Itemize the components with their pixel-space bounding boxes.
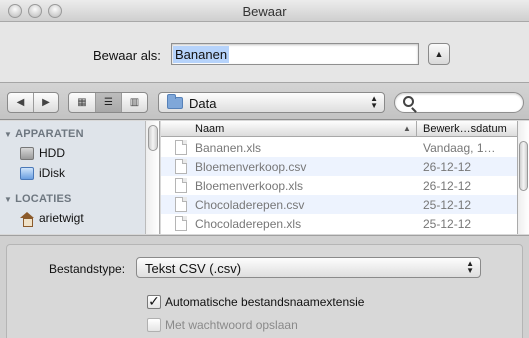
title-bar: Bewaar: [0, 0, 529, 22]
auto-extension-option[interactable]: ✓ Automatische bestandsnaamextensie: [147, 293, 365, 309]
options-panel: Bestandstype: Tekst CSV (.csv) ▲ ▼ ✓ Auto…: [0, 235, 529, 338]
window-title: Bewaar: [242, 4, 287, 19]
browser-toolbar: ◀ ▶ ▦ ☰ ▥ Data ▲ ▼: [0, 82, 529, 120]
document-icon: [175, 178, 187, 193]
search-icon: [403, 96, 414, 107]
column-divider[interactable]: [416, 121, 417, 137]
checkmark-icon: ✓: [148, 293, 160, 309]
back-button[interactable]: ◀: [8, 93, 33, 112]
file-name: Chocoladerepen.csv: [195, 198, 305, 212]
list-icon: ☰: [104, 97, 113, 108]
triangle-up-icon: ▲: [434, 49, 444, 59]
column-header-date[interactable]: Bewerk…sdatum: [423, 123, 507, 135]
file-date: Vandaag, 1…: [423, 141, 496, 155]
arrow-right-icon: ▶: [42, 97, 50, 108]
file-name: Bananen.xls: [195, 141, 262, 155]
file-row[interactable]: Chocoladerepen.xls 25-12-12: [161, 214, 517, 233]
list-view-button[interactable]: ☰: [95, 93, 121, 112]
collapse-dialog-button[interactable]: ▲: [428, 43, 450, 65]
file-date: 26-12-12: [423, 160, 472, 174]
save-as-value: Bananen: [173, 46, 230, 63]
view-mode-control: ▦ ☰ ▥: [68, 92, 148, 113]
file-list-header: Naam ▲ Bewerk…sdatum: [161, 121, 517, 137]
sidebar-section-locations[interactable]: ▼ LOCATIES: [4, 193, 72, 205]
file-list-scrollbar[interactable]: [517, 121, 529, 234]
document-icon: [175, 159, 187, 174]
file-list: Naam ▲ Bewerk…sdatum Bananen.xls Vandaag…: [161, 121, 517, 234]
idisk-icon: [20, 166, 34, 180]
document-icon: [175, 197, 187, 212]
file-name: Bloemenverkoop.csv: [195, 160, 307, 174]
password-option: Met wachtwoord opslaan: [147, 318, 298, 332]
disclosure-triangle-icon: ▼: [4, 195, 13, 204]
updown-arrows-icon: ▲ ▼: [370, 94, 378, 110]
disclosure-triangle-icon: ▼: [4, 130, 13, 139]
password-checkbox: [147, 318, 161, 332]
file-date: 25-12-12: [423, 217, 472, 231]
sidebar-scrollbar[interactable]: [145, 121, 160, 234]
file-date: 25-12-12: [423, 198, 472, 212]
file-type-value: Tekst CSV (.csv): [145, 261, 242, 276]
sidebar: ▼ APPARATEN HDD iDisk ▼ LOCATIES arietwigt: [0, 121, 145, 234]
password-label: Met wachtwoord opslaan: [165, 318, 298, 332]
file-list-scroll-thumb[interactable]: [519, 141, 528, 191]
sidebar-item-hdd[interactable]: HDD: [20, 146, 65, 160]
sidebar-item-idisk[interactable]: iDisk: [20, 166, 65, 180]
sort-ascending-icon: ▲: [403, 124, 411, 133]
arrow-left-icon: ◀: [16, 97, 25, 108]
file-row[interactable]: Chocoladerepen.csv 25-12-12: [161, 195, 517, 214]
file-type-label: Bestandstype:: [49, 262, 126, 276]
updown-arrows-icon: ▲ ▼: [466, 259, 474, 275]
columns-icon: ▥: [129, 97, 140, 108]
search-field[interactable]: [394, 92, 524, 113]
location-label: Data: [189, 96, 217, 111]
folder-icon: [167, 94, 183, 109]
home-icon: [20, 211, 34, 227]
column-view-button[interactable]: ▥: [121, 93, 147, 112]
save-as-label: Bewaar als:: [93, 48, 161, 63]
column-header-name[interactable]: Naam: [195, 123, 224, 135]
sidebar-section-devices[interactable]: ▼ APPARATEN: [4, 128, 84, 140]
file-name: Chocoladerepen.xls: [195, 217, 302, 231]
file-name: Bloemenverkoop.xls: [195, 179, 304, 193]
sidebar-item-home[interactable]: arietwigt: [20, 211, 84, 227]
sidebar-scroll-thumb[interactable]: [148, 125, 158, 151]
save-as-section: Bewaar als: Bananen ▲: [0, 22, 529, 82]
file-row[interactable]: Bloemenverkoop.csv 26-12-12: [161, 157, 517, 176]
location-popup[interactable]: Data ▲ ▼: [158, 92, 385, 113]
file-date: 26-12-12: [423, 179, 472, 193]
icon-view-button[interactable]: ▦: [69, 93, 95, 112]
auto-extension-label: Automatische bestandsnaamextensie: [165, 295, 365, 309]
file-row[interactable]: Bananen.xls Vandaag, 1…: [161, 138, 517, 157]
forward-button[interactable]: ▶: [33, 93, 58, 112]
document-icon: [175, 216, 187, 231]
hdd-icon: [20, 146, 34, 160]
back-forward-control: ◀ ▶: [7, 92, 59, 113]
grid-icon: ▦: [77, 97, 87, 108]
auto-extension-checkbox[interactable]: ✓: [147, 293, 161, 309]
save-as-input[interactable]: Bananen: [171, 43, 419, 65]
document-icon: [175, 140, 187, 155]
file-type-popup[interactable]: Tekst CSV (.csv) ▲ ▼: [136, 257, 481, 278]
file-row[interactable]: Bloemenverkoop.xls 26-12-12: [161, 176, 517, 195]
